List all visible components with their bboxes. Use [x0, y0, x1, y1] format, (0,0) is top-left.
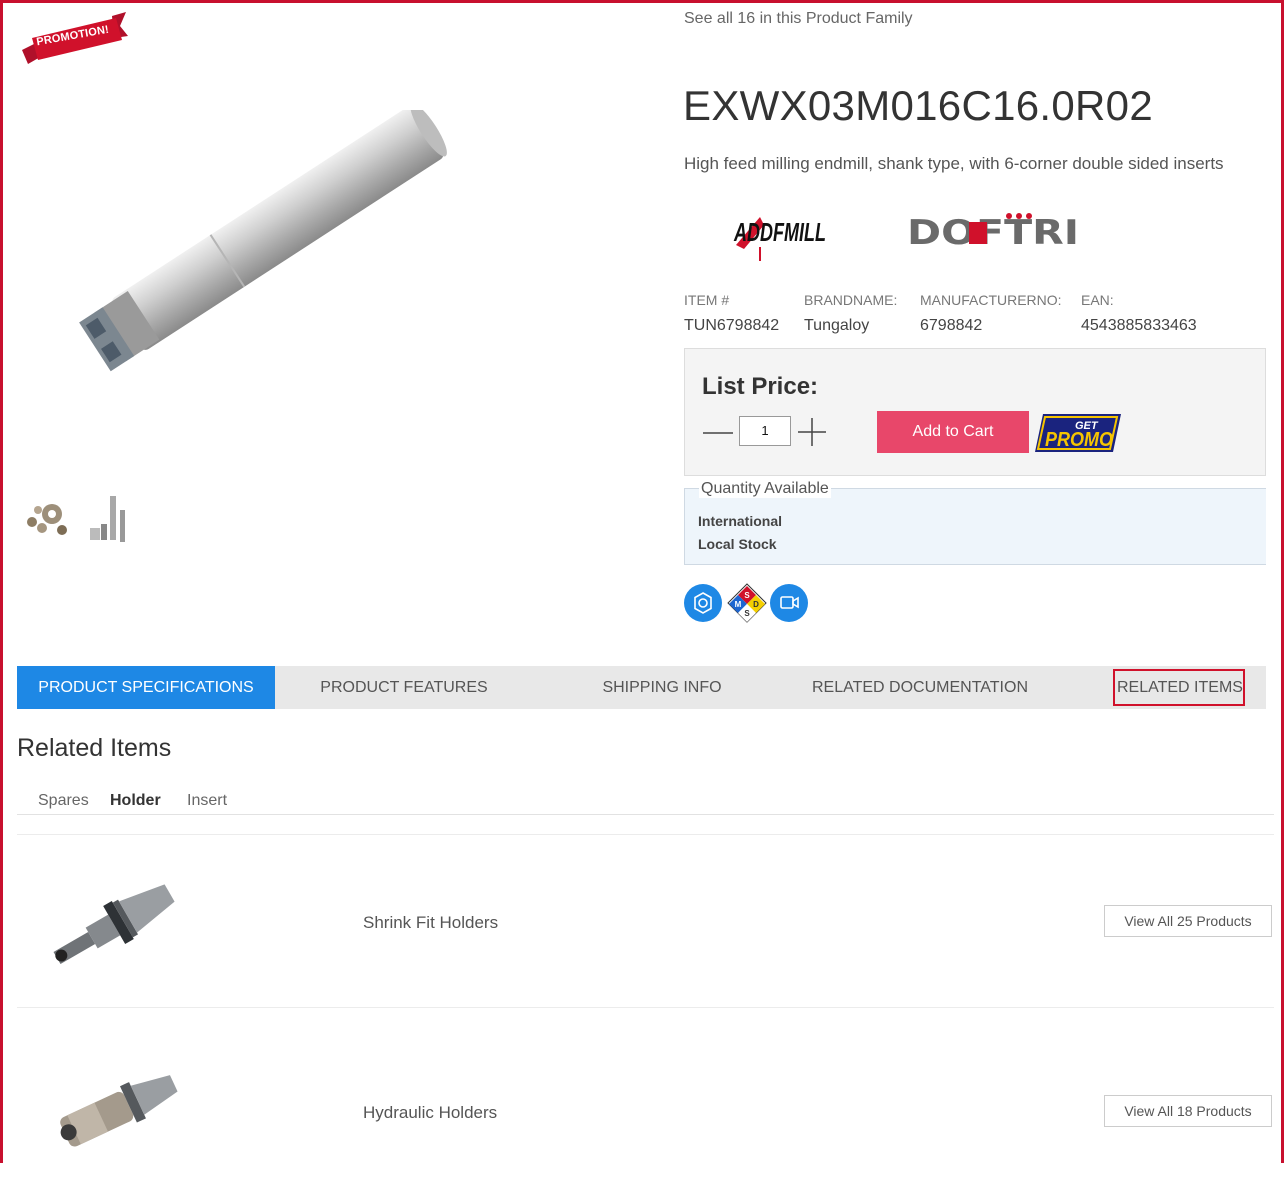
doftri-logo: DOFTRI: [905, 208, 1085, 254]
get-promo-badge[interactable]: GET PROMO: [1035, 412, 1121, 454]
product-main-image[interactable]: [60, 103, 460, 390]
tab-related-items-label: RELATED ITEMS: [1113, 669, 1245, 706]
meta-value: 6798842: [920, 317, 983, 334]
availability-international: International: [698, 513, 783, 529]
svg-text:ADDFMILL: ADDFMILL: [733, 217, 826, 247]
hydraulic-holder-image[interactable]: [37, 1036, 187, 1156]
subtab-holder[interactable]: Holder: [110, 792, 161, 810]
meta-label: ITEM #: [684, 292, 730, 308]
shrink-fit-holder-image[interactable]: [37, 863, 187, 983]
meta-value: 4543885833463: [1081, 317, 1197, 334]
view-all-button[interactable]: View All 25 Products: [1104, 905, 1272, 937]
quantity-input[interactable]: 1: [739, 416, 791, 446]
related-item-label[interactable]: Hydraulic Holders: [363, 1103, 497, 1123]
subtab-spares[interactable]: Spares: [38, 792, 89, 810]
related-item-row: Hydraulic Holders View All 18 Products: [17, 1008, 1274, 1180]
msds-letter-bottom: S: [744, 609, 750, 618]
specs-icon[interactable]: [684, 584, 722, 622]
related-item-row: Shrink Fit Holders View All 25 Products: [17, 835, 1274, 1007]
product-family-link[interactable]: See all 16 in this Product Family: [684, 10, 913, 28]
quantity-decrease-button[interactable]: [702, 419, 734, 445]
meta-value: TUN6798842: [684, 317, 780, 334]
quantity-available-legend: Quantity Available: [699, 480, 831, 498]
meta-label: BRANDNAME:: [804, 292, 898, 308]
svg-text:DOFTRI: DOFTRI: [907, 213, 1079, 253]
related-item-label[interactable]: Shrink Fit Holders: [363, 913, 498, 933]
meta-ean: EAN: 4543885833463: [1081, 292, 1197, 335]
tab-product-specifications[interactable]: PRODUCT SPECIFICATIONS: [17, 666, 275, 709]
thumbnail-endmill-set[interactable]: [84, 492, 140, 550]
tab-product-features[interactable]: PRODUCT FEATURES: [275, 666, 533, 709]
msds-letter-left: M: [735, 600, 742, 609]
price-box: List Price: 1 Add to Cart GET PROMO: [684, 348, 1266, 476]
view-all-button[interactable]: View All 18 Products: [1104, 1095, 1272, 1127]
list-price-label: List Price:: [702, 373, 819, 400]
add-to-cart-button[interactable]: Add to Cart: [877, 411, 1029, 453]
tab-related-documentation[interactable]: RELATED DOCUMENTATION: [791, 666, 1049, 709]
quantity-available-box: Quantity Available International Local S…: [684, 480, 1266, 565]
subtab-insert[interactable]: Insert: [187, 792, 227, 810]
meta-label: EAN:: [1081, 292, 1114, 308]
related-items-title: Related Items: [17, 734, 172, 762]
meta-label: MANUFACTURERNO:: [920, 292, 1062, 308]
addfmill-logo: ADDFMILL: [730, 203, 830, 263]
availability-local-stock: Local Stock: [698, 536, 777, 552]
meta-manufacturer-number: MANUFACTURERNO: 6798842: [920, 292, 1062, 335]
thumbnail-inserts[interactable]: [18, 492, 74, 550]
tab-shipping-info[interactable]: SHIPPING INFO: [533, 666, 791, 709]
tab-related-items[interactable]: RELATED ITEMS: [1049, 666, 1284, 709]
product-tabs: PRODUCT SPECIFICATIONS PRODUCT FEATURES …: [17, 666, 1266, 709]
meta-brandname: BRANDNAME: Tungaloy: [804, 292, 897, 335]
meta-item-number: ITEM # TUN6798842: [684, 292, 779, 335]
promotion-ribbon: PROMOTION!: [20, 12, 130, 67]
video-icon[interactable]: [770, 584, 808, 622]
msds-letter-top: S: [744, 591, 750, 600]
msds-icon[interactable]: S M D S: [727, 583, 767, 623]
quantity-increase-button[interactable]: [797, 417, 827, 447]
msds-letter-right: D: [753, 600, 759, 609]
promo-badge-bottom: PROMO: [1045, 429, 1113, 451]
meta-value: Tungaloy: [804, 317, 870, 334]
product-description: High feed milling endmill, shank type, w…: [684, 154, 1224, 173]
related-subtabs: Spares Holder Insert: [17, 788, 1274, 815]
product-title: EXWX03M016C16.0R02: [683, 82, 1153, 129]
